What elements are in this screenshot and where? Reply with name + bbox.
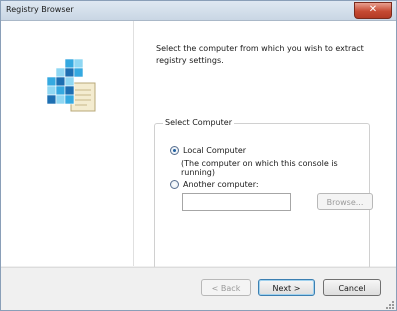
- wizard-footer: < Back Next > Cancel: [1, 267, 396, 310]
- another-computer-label[interactable]: Another computer:: [183, 180, 259, 189]
- resize-grip-icon[interactable]: [385, 300, 395, 310]
- cancel-button[interactable]: Cancel: [323, 279, 381, 296]
- local-computer-label[interactable]: Local Computer: [183, 146, 246, 155]
- local-computer-description: (The computer on which this console is r…: [181, 159, 338, 177]
- another-computer-option[interactable]: Another computer:: [170, 180, 259, 189]
- group-legend: Select Computer: [163, 117, 234, 129]
- local-computer-option[interactable]: Local Computer: [170, 146, 246, 155]
- window-title: Registry Browser: [6, 5, 74, 14]
- registry-cubes-icon: [46, 58, 96, 112]
- registry-browser-window: Registry Browser ✕ Select the computer f…: [0, 0, 397, 311]
- back-button[interactable]: < Back: [201, 279, 251, 296]
- local-computer-radio[interactable]: [170, 146, 179, 155]
- next-button[interactable]: Next >: [258, 279, 315, 296]
- close-button[interactable]: ✕: [354, 2, 392, 19]
- browse-button[interactable]: Browse...: [317, 193, 373, 210]
- wizard-side-panel: [1, 21, 134, 266]
- wizard-content: Select the computer from which you wish …: [134, 21, 396, 269]
- another-computer-radio[interactable]: [170, 180, 179, 189]
- select-computer-group: Select Computer Local Computer (The comp…: [154, 117, 373, 269]
- title-bar[interactable]: Registry Browser ✕: [1, 1, 396, 21]
- computer-name-input[interactable]: [182, 193, 291, 211]
- intro-text: Select the computer from which you wish …: [156, 44, 364, 65]
